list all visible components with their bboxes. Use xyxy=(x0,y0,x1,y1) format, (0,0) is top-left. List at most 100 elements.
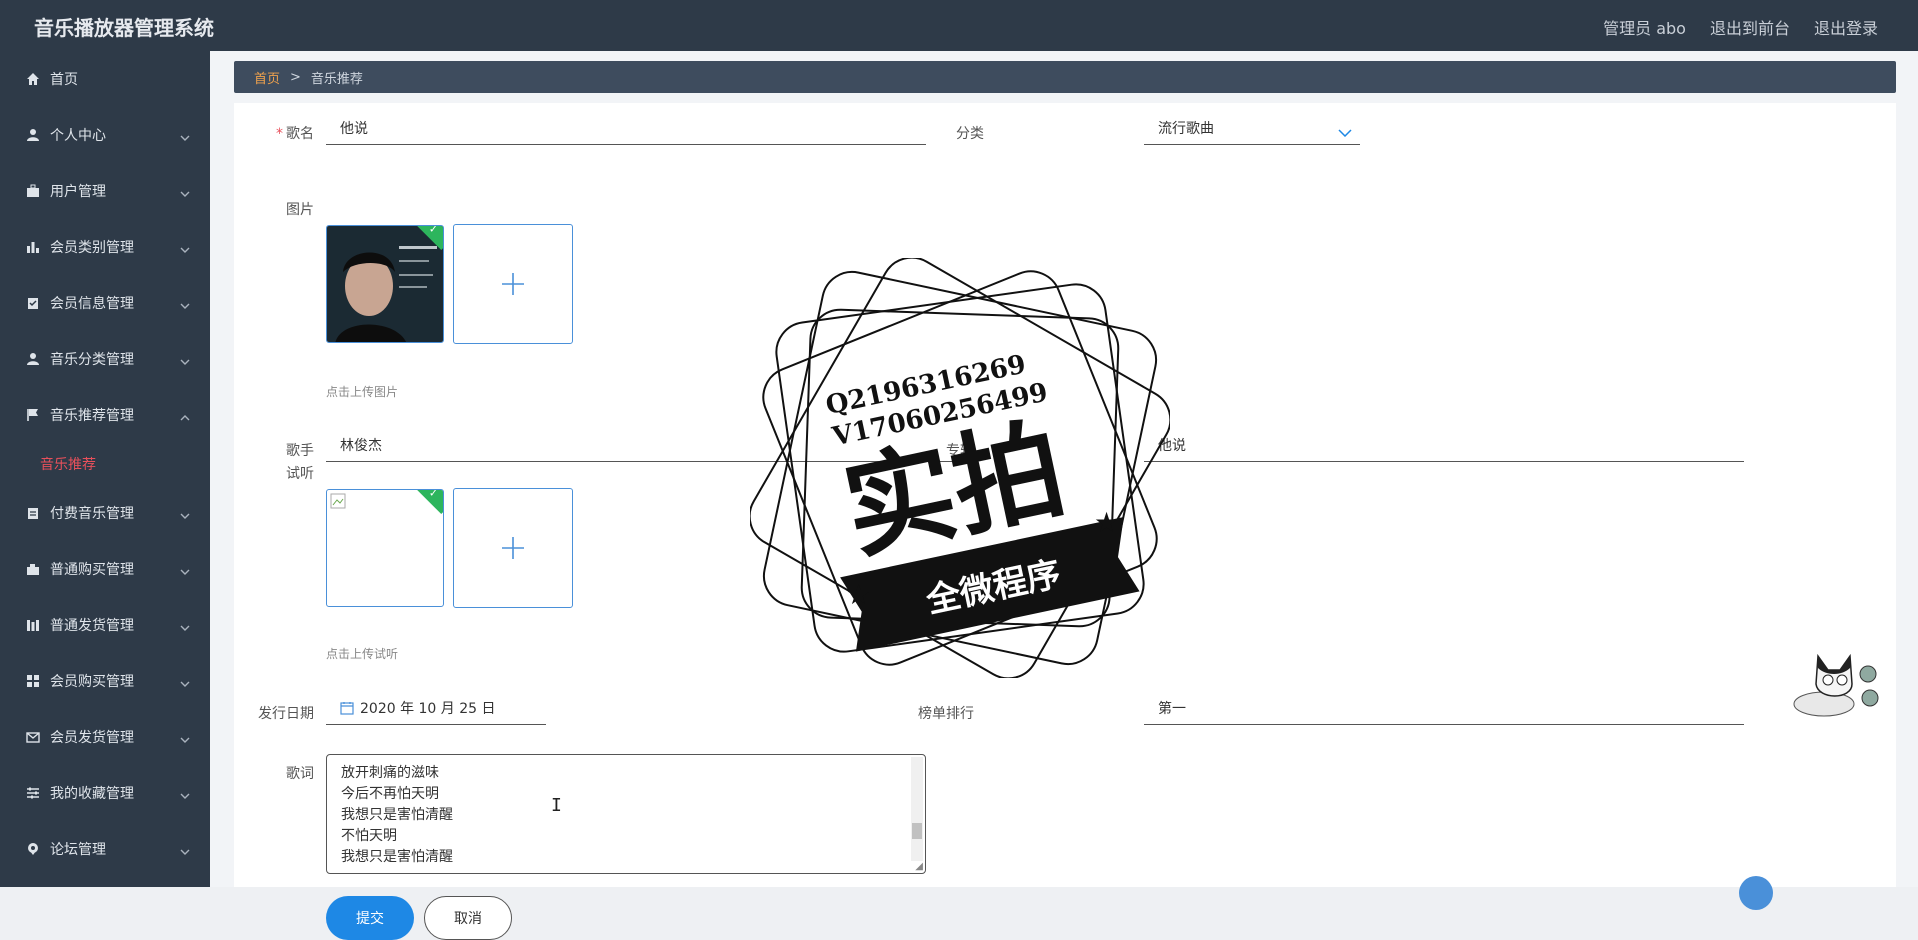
sidebar-item-label: 会员购买管理 xyxy=(50,674,134,690)
sidebar-item-normal-shipping[interactable]: 普通发货管理 xyxy=(0,597,210,653)
song-name-input[interactable]: 他说 xyxy=(326,119,926,145)
chevron-down-icon xyxy=(180,185,190,201)
sidebar-item-label: 付费音乐管理 xyxy=(50,506,134,522)
chevron-down-icon xyxy=(180,843,190,859)
chevron-up-icon xyxy=(180,409,190,425)
pin-icon xyxy=(24,840,42,858)
album-input[interactable]: 他说 xyxy=(1144,436,1744,462)
chevron-down-icon xyxy=(1338,123,1352,143)
lyric-line: 我想只是害怕清醒 xyxy=(341,807,453,823)
sidebar-item-label: 会员信息管理 xyxy=(50,296,134,312)
app-title: 音乐播放器管理系统 xyxy=(34,16,214,40)
back-to-front-link[interactable]: 退出到前台 xyxy=(1710,15,1790,39)
sidebar-item-label: 普通发货管理 xyxy=(50,618,134,634)
sidebar-item-label: 我的收藏管理 xyxy=(50,786,134,802)
cat-mascot-icon xyxy=(1793,653,1879,717)
admin-user-label[interactable]: 管理员 abo xyxy=(1603,15,1686,39)
sidebar-item-label: 会员发货管理 xyxy=(50,730,134,746)
lyrics-scrollbar[interactable] xyxy=(911,757,923,861)
check-icon: ✓ xyxy=(428,489,439,500)
sidebar-item-label: 音乐分类管理 xyxy=(50,352,134,368)
logout-link[interactable]: 退出登录 xyxy=(1814,15,1878,39)
watermark-graphic: Q2196316269 V17060256499 实拍 全微程序 ★ ★ xyxy=(748,256,1172,680)
sliders-icon xyxy=(24,784,42,802)
breadcrumb-separator: > xyxy=(290,69,301,85)
cart-icon xyxy=(24,560,42,578)
required-mark: * xyxy=(276,126,283,142)
chevron-down-icon xyxy=(180,563,190,579)
sidebar-item-music-category[interactable]: 音乐分类管理 xyxy=(0,331,210,387)
sidebar-item-user-management[interactable]: 用户管理 xyxy=(0,163,210,219)
sidebar-item-member-shipping[interactable]: 会员发货管理 xyxy=(0,709,210,765)
user-icon xyxy=(24,350,42,368)
sidebar-subitem-music-recommend[interactable]: 音乐推荐 xyxy=(0,443,210,485)
lyric-line: 我想只是害怕清醒 xyxy=(341,849,453,865)
audition-file-thumbnail[interactable]: ✓ xyxy=(326,489,444,607)
mail-icon xyxy=(24,728,42,746)
release-date-value: 2020 年 10 月 25 日 xyxy=(360,701,496,717)
floating-action-button[interactable] xyxy=(1739,876,1773,910)
grid-icon xyxy=(24,672,42,690)
rank-input[interactable]: 第一 xyxy=(1144,699,1744,725)
audition-upload-button[interactable] xyxy=(453,488,573,608)
plus-icon xyxy=(502,537,524,559)
chevron-down-icon xyxy=(180,731,190,747)
audition-label: 试听 xyxy=(286,466,314,482)
lyric-line: 今后不再怕天明 xyxy=(341,786,439,802)
lyrics-label: 歌词 xyxy=(286,766,314,782)
plus-icon xyxy=(502,273,524,295)
sidebar-item-personal-center[interactable]: 个人中心 xyxy=(0,107,210,163)
breadcrumb-home[interactable]: 首页 xyxy=(254,68,280,87)
resize-handle-icon[interactable]: ◢ xyxy=(915,861,923,872)
home-icon xyxy=(24,70,42,88)
upload-success-badge: ✓ xyxy=(412,489,443,515)
category-label: 分类 xyxy=(956,126,984,142)
breadcrumb: 首页 > 音乐推荐 xyxy=(234,61,1896,93)
release-date-label: 发行日期 xyxy=(258,706,314,722)
sidebar-item-member-purchase[interactable]: 会员购买管理 xyxy=(0,653,210,709)
lyric-line: 放开刺痛的滋味 xyxy=(341,765,439,781)
sidebar-item-label: 论坛管理 xyxy=(50,842,106,858)
sidebar-item-forum[interactable]: 论坛管理 xyxy=(0,821,210,877)
sidebar-item-label: 个人中心 xyxy=(50,128,106,144)
sidebar-item-music-recommend[interactable]: 音乐推荐管理 xyxy=(0,387,210,443)
user-icon xyxy=(24,126,42,144)
category-select[interactable]: 流行歌曲 xyxy=(1144,119,1360,145)
sidebar-item-label: 音乐推荐管理 xyxy=(50,408,134,424)
sidebar-item-member-category[interactable]: 会员类别管理 xyxy=(0,219,210,275)
chevron-down-icon xyxy=(180,675,190,691)
clipboard-icon xyxy=(24,504,42,522)
sidebar-item-paid-music[interactable]: 付费音乐管理 xyxy=(0,485,210,541)
chevron-down-icon xyxy=(180,787,190,803)
submit-button[interactable]: 提交 xyxy=(326,896,414,940)
singer-label: 歌手 xyxy=(286,443,314,459)
image-label: 图片 xyxy=(286,202,314,218)
chevron-down-icon xyxy=(180,129,190,145)
flag-icon xyxy=(24,406,42,424)
release-date-picker[interactable]: 2020 年 10 月 25 日 xyxy=(326,699,546,725)
image-thumbnail[interactable]: ✓ xyxy=(326,225,444,343)
cancel-button[interactable]: 取消 xyxy=(424,896,512,940)
sidebar-item-favorites[interactable]: 我的收藏管理 xyxy=(0,765,210,821)
broken-image-icon xyxy=(330,493,346,513)
sidebar-item-label: 普通购买管理 xyxy=(50,562,134,578)
audition-upload-hint: 点击上传试听 xyxy=(326,647,399,661)
floating-mascot[interactable] xyxy=(1788,646,1884,724)
sidebar: 首页 个人中心 用户管理 会员类别管理 会员信息管理 音乐分类管理 音乐推荐管理… xyxy=(0,51,210,887)
sidebar-item-normal-purchase[interactable]: 普通购买管理 xyxy=(0,541,210,597)
breadcrumb-current: 音乐推荐 xyxy=(310,71,363,87)
lyrics-textarea[interactable]: 放开刺痛的滋味 今后不再怕天明 我想只是害怕清醒 不怕天明 我想只是害怕清醒 ◢ xyxy=(326,754,926,874)
chevron-down-icon xyxy=(180,619,190,635)
sidebar-item-member-info[interactable]: 会员信息管理 xyxy=(0,275,210,331)
ship-icon xyxy=(24,616,42,634)
star-icon: ★ xyxy=(1094,506,1119,539)
rank-label: 榜单排行 xyxy=(918,706,974,722)
text-cursor-icon: I xyxy=(551,795,562,816)
sidebar-item-home[interactable]: 首页 xyxy=(0,51,210,107)
image-upload-button[interactable] xyxy=(453,224,573,344)
song-name-label: * 歌名 xyxy=(276,126,314,142)
scrollbar-thumb[interactable] xyxy=(912,823,922,839)
album-cover-image xyxy=(327,226,443,342)
briefcase-icon xyxy=(24,182,42,200)
sidebar-item-label: 会员类别管理 xyxy=(50,240,134,256)
